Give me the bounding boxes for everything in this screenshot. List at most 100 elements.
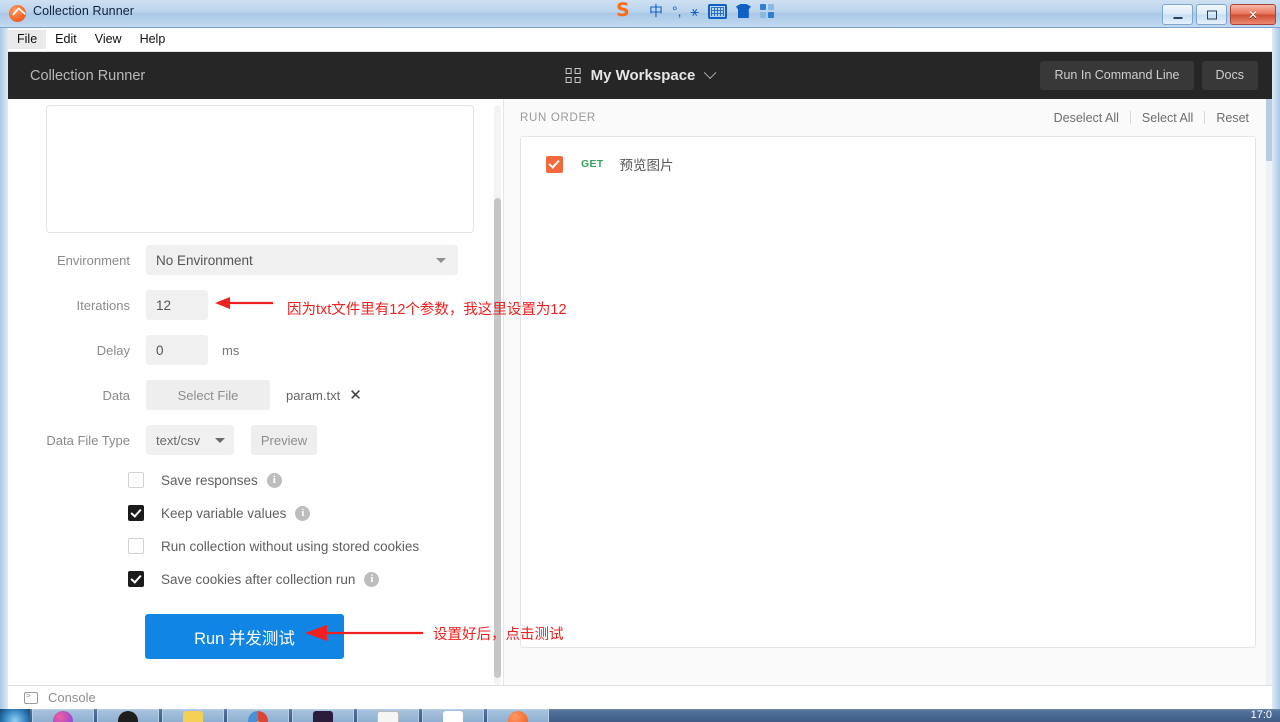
list-item[interactable]: GET 预览图片 (521, 144, 1257, 184)
taskbar-app-postman[interactable] (487, 709, 549, 722)
taskbar-app-browser[interactable] (32, 709, 94, 722)
menu-item-file[interactable]: File (8, 30, 47, 49)
ime-toolbar: S 中 °, ⚹ (616, 0, 774, 22)
checkbox-label: Save cookies after collection run (161, 571, 356, 587)
toolbox-icon[interactable] (759, 4, 774, 18)
chevron-down-icon (215, 438, 225, 443)
taskbar-app-wechat[interactable] (162, 709, 224, 722)
run-in-command-line-button[interactable]: Run In Command Line (1040, 61, 1194, 90)
run-order-title: RUN ORDER (520, 111, 596, 124)
checkbox-save-responses[interactable]: Save responses i (128, 472, 282, 488)
select-file-button[interactable]: Select File (146, 380, 270, 410)
taskbar-clock[interactable]: 17:0 (1251, 709, 1272, 722)
annotation-text-run: 设置好后，点击测试 (433, 627, 564, 643)
menu-item-view[interactable]: View (86, 30, 131, 49)
annotation-text-iterations: 因为txt文件里有12个参数，我这里设置为12 (287, 302, 567, 318)
data-row: Data Select File param.txt ✕ (8, 380, 503, 410)
taskbar-app-blue[interactable] (422, 709, 484, 722)
console-bar[interactable]: Console (8, 685, 1272, 709)
checkbox-run-without-cookies[interactable]: Run collection without using stored cook… (128, 538, 419, 554)
environment-select[interactable]: No Environment (146, 245, 458, 275)
maximize-button[interactable] (1196, 4, 1227, 25)
close-icon[interactable]: ✕ (349, 387, 362, 403)
collection-selection-box (46, 105, 474, 233)
docs-button[interactable]: Docs (1201, 61, 1258, 90)
chinese-mode-icon[interactable]: 中 (649, 4, 663, 18)
app-root: Collection Runner ✕ S 中 °, ⚹ File Edit V… (0, 0, 1280, 722)
checkbox-keep-variable-values[interactable]: Keep variable values i (128, 505, 311, 521)
page-title: Collection Runner (30, 67, 146, 84)
request-name: 预览图片 (619, 158, 674, 173)
checkbox-label: Save responses (161, 472, 258, 488)
checkbox-input[interactable] (128, 538, 144, 554)
annotation-arrow-run (305, 625, 423, 641)
menu-item-edit[interactable]: Edit (46, 30, 86, 49)
checkbox-label: Keep variable values (161, 505, 287, 521)
app-header: Collection Runner My Workspace Run In Co… (8, 52, 1272, 99)
checkbox-input[interactable] (128, 571, 144, 587)
delay-input[interactable]: 0 (146, 335, 208, 365)
run-order-actions: Deselect All Select All Reset (1043, 111, 1260, 125)
menu-bar: File Edit View Help (0, 28, 1280, 52)
data-file-type-row: Data File Type text/csv Preview (8, 425, 503, 455)
info-icon[interactable]: i (266, 472, 282, 488)
deselect-all-button[interactable]: Deselect All (1043, 111, 1130, 125)
run-order-list: GET 预览图片 (520, 136, 1256, 648)
data-file-type-label: Data File Type (46, 432, 130, 448)
checkbox-input[interactable] (128, 505, 144, 521)
left-pane-scrollbar-thumb[interactable] (494, 198, 501, 678)
start-button[interactable] (0, 709, 30, 722)
data-file-name: param.txt (286, 387, 341, 403)
right-pane-scrollbar-track[interactable] (1266, 99, 1272, 685)
iterations-label: Iterations (76, 297, 130, 313)
console-label: Console (48, 690, 96, 705)
checkbox-save-cookies[interactable]: Save cookies after collection run i (128, 571, 380, 587)
minimize-button[interactable] (1162, 4, 1193, 25)
data-file-type-value: text/csv (156, 432, 201, 448)
run-order-pane: RUN ORDER Deselect All Select All Reset … (504, 99, 1272, 685)
data-file-type-select[interactable]: text/csv (146, 425, 234, 455)
info-icon[interactable]: i (364, 571, 380, 587)
delay-unit: ms (222, 342, 240, 358)
taskbar-app-editor[interactable] (292, 709, 354, 722)
reset-button[interactable]: Reset (1205, 111, 1260, 125)
request-method: GET (581, 158, 604, 170)
data-label: Data (102, 387, 130, 403)
chevron-down-icon (436, 258, 446, 263)
header-actions: Run In Command Line Docs (1040, 61, 1258, 90)
sogou-s-logo[interactable]: S (616, 0, 640, 22)
annotation-arrow-iterations (215, 297, 273, 309)
select-all-button[interactable]: Select All (1131, 111, 1204, 125)
run-order-header: RUN ORDER Deselect All Select All Reset (504, 99, 1272, 136)
taskbar-app-chrome[interactable] (227, 709, 289, 722)
workspace-label: My Workspace (590, 67, 696, 84)
taskbar-app-notepad[interactable] (357, 709, 419, 722)
checkbox-input[interactable] (128, 472, 144, 488)
environment-row: Environment No Environment (8, 245, 503, 275)
info-icon[interactable]: i (295, 505, 311, 521)
runner-config-pane: Environment No Environment Iterations 12… (8, 99, 503, 685)
taskbar-app-qq[interactable] (97, 709, 159, 722)
menu-item-help[interactable]: Help (131, 30, 175, 49)
chevron-down-icon (703, 66, 717, 80)
window-controls: ✕ (1162, 4, 1276, 25)
preview-button[interactable]: Preview (251, 425, 317, 455)
checkbox-label: Run collection without using stored cook… (161, 538, 420, 554)
main-content: Environment No Environment Iterations 12… (8, 99, 1272, 685)
request-checkbox[interactable] (546, 155, 563, 173)
soft-keyboard-icon[interactable] (707, 3, 727, 19)
iterations-input[interactable]: 12 (146, 290, 208, 320)
voice-input-icon[interactable]: ⚹ (691, 4, 699, 18)
right-pane-scrollbar-thumb (1266, 99, 1272, 161)
skin-icon[interactable] (735, 4, 751, 18)
workspace-selector[interactable]: My Workspace (565, 66, 717, 84)
window-frame-right (1272, 28, 1280, 709)
delay-row: Delay 0 ms (8, 335, 503, 365)
windows-taskbar: 17:0 (0, 709, 1280, 722)
window-frame-left (0, 28, 8, 709)
punctuation-mode-icon[interactable]: °, (672, 4, 682, 18)
environment-value: No Environment (156, 252, 253, 268)
postman-icon (9, 5, 26, 22)
close-button[interactable]: ✕ (1230, 4, 1276, 25)
taskbar-apps (32, 709, 549, 722)
